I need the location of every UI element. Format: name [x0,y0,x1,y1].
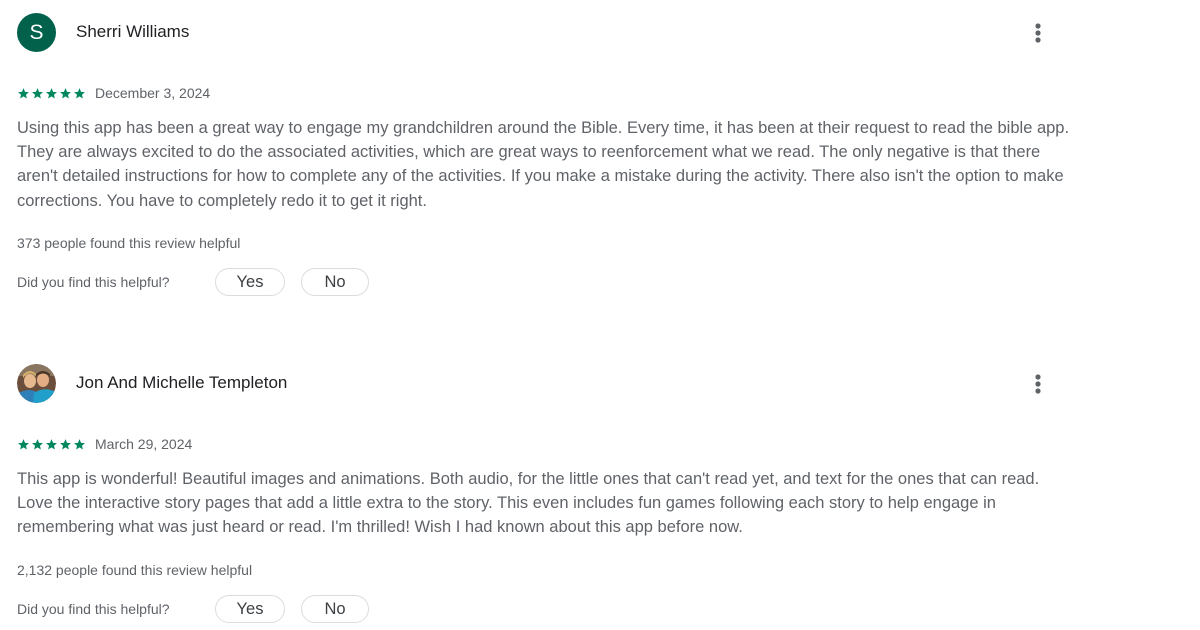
review-text: This app is wonderful! Beautiful images … [17,470,1040,537]
helpful-feedback: Did you find this helpful? Yes No [17,594,385,624]
star-icon [46,87,57,98]
review-date: March 29, 2024 [95,436,193,452]
helpful-question: Did you find this helpful? [17,274,170,290]
star-icon [32,438,43,449]
review-text: Using this app has been a great way to e… [17,119,1070,210]
helpful-yes-button[interactable]: Yes [215,595,285,623]
star-icon [46,438,57,449]
avatar: S [17,13,56,52]
helpful-count: 2,132 people found this review helpful [17,562,253,578]
star-rating [17,87,86,100]
more-vert-icon [1035,374,1041,394]
star-rating [17,438,86,451]
star-icon [18,438,29,449]
helpful-count: 373 people found this review helpful [17,235,241,251]
star-icon [32,87,43,98]
star-icon [60,87,71,98]
review-author: Jon And Michelle Templeton [76,373,288,392]
star-icon [18,87,29,98]
avatar-letter: S [29,21,44,44]
review-date: December 3, 2024 [95,85,211,101]
review-author: Sherri Williams [76,22,190,41]
rating-row: December 3, 2024 [17,84,210,102]
more-options-button[interactable] [1020,15,1056,51]
helpful-no-button[interactable]: No [301,595,369,623]
helpful-yes-button[interactable]: Yes [215,268,285,296]
star-icon [74,87,85,98]
avatar-photo [17,364,56,403]
helpful-question: Did you find this helpful? [17,601,170,617]
avatar [17,364,56,403]
more-options-button[interactable] [1020,366,1056,402]
helpful-feedback: Did you find this helpful? Yes No [17,267,385,297]
helpful-no-button[interactable]: No [301,268,369,296]
star-icon [74,438,85,449]
rating-row: March 29, 2024 [17,435,192,453]
star-icon [60,438,71,449]
more-vert-icon [1035,23,1041,43]
